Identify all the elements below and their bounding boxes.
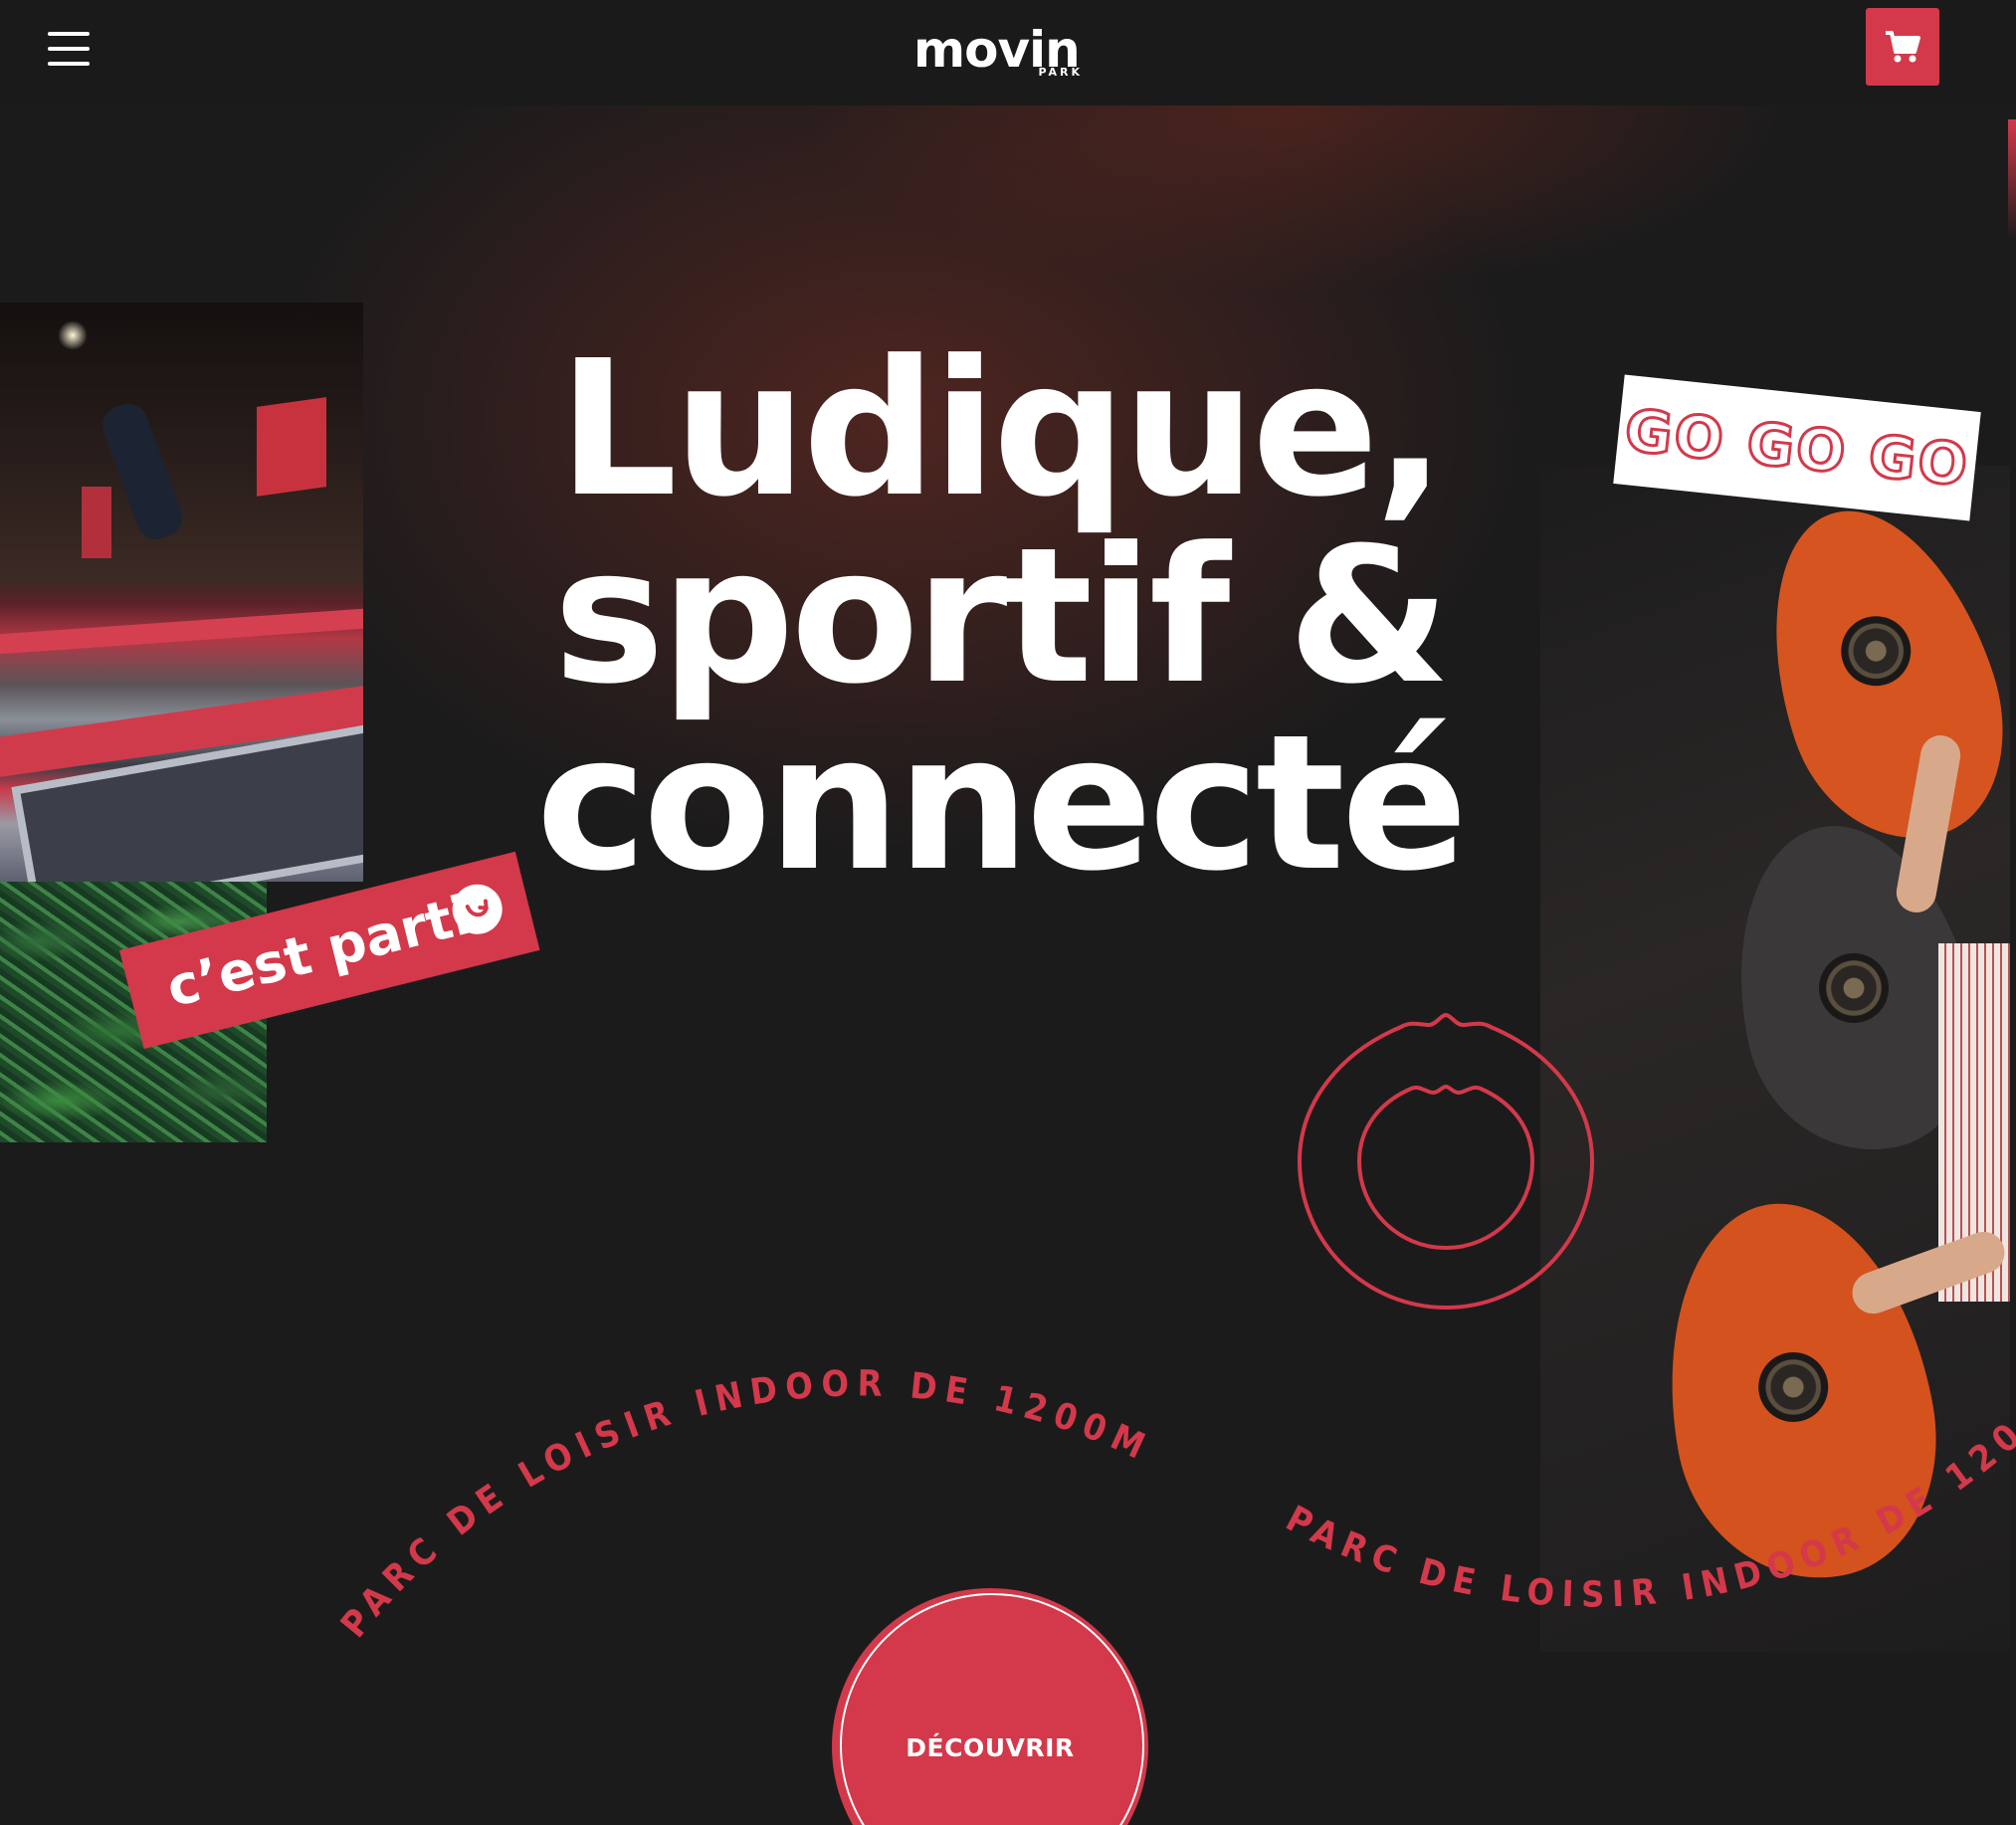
climbing-wall-photo (1540, 466, 2010, 1652)
top-bar: movin PARK (0, 0, 2016, 105)
logo-subtitle: PARK (1038, 66, 1083, 79)
go-go-go-label: GO GO GO (1620, 395, 1973, 502)
logo-ring-icon (1297, 1012, 1595, 1311)
page: movin PARK GO GO GO c’est parti Ludique,… (0, 0, 2016, 1825)
hero-headline: Ludique, sportif & connecté (527, 336, 1473, 898)
discover-button-label: DÉCOUVRIR (906, 1733, 1075, 1762)
headline-line-2: sportif & (553, 507, 1451, 725)
hamburger-icon[interactable] (48, 32, 90, 66)
logo[interactable]: movin PARK (913, 22, 1089, 82)
headline-line-1: Ludique, (558, 320, 1446, 538)
shopping-cart-icon (1886, 31, 1920, 63)
headline-line-3: connecté (535, 695, 1469, 912)
discover-button[interactable]: DÉCOUVRIR (832, 1588, 1148, 1825)
scrollbar-indicator[interactable] (2008, 119, 2016, 239)
trampoline-photo (0, 303, 363, 882)
cart-button[interactable] (1866, 8, 1939, 86)
